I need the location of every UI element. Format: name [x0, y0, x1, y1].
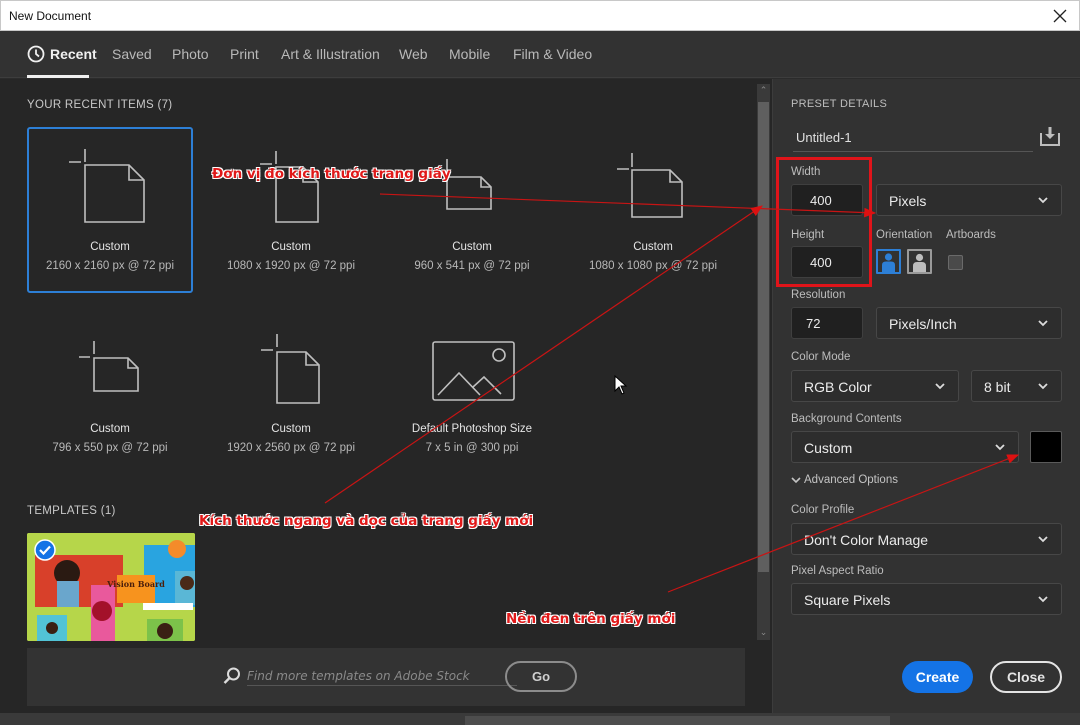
recent-item[interactable]: Custom 796 x 550 px @ 72 ppi	[27, 308, 193, 474]
scroll-thumb[interactable]	[758, 102, 769, 572]
tab-web[interactable]: Web	[399, 46, 428, 62]
template-title-text: Vision Board	[106, 579, 165, 589]
portrait-icon	[882, 253, 895, 272]
preset-details-heading: PRESET DETAILS	[791, 98, 888, 110]
annotation-size: Kích thước ngang và dọc của trang giấy m…	[199, 513, 534, 529]
clock-icon	[27, 45, 45, 63]
chevron-down-icon	[935, 383, 945, 390]
recent-item[interactable]: Custom 1080 x 1080 px @ 72 ppi	[570, 127, 736, 293]
background-scrollbar	[465, 716, 890, 725]
background-window-strip	[0, 713, 1080, 725]
recent-item[interactable]: Custom 960 x 541 px @ 72 ppi	[389, 127, 555, 293]
recent-item[interactable]: Custom 2160 x 2160 px @ 72 ppi	[27, 127, 193, 293]
color-mode-label: Color Mode	[791, 351, 851, 363]
scroll-up-icon[interactable]: ⌃	[757, 84, 770, 98]
stock-search-input[interactable]	[247, 666, 517, 686]
background-contents-label: Background Contents	[791, 413, 902, 425]
recent-item[interactable]: Custom 1080 x 1920 px @ 72 ppi	[208, 127, 374, 293]
annotation-units: Đơn vị đo kích thước trang giấy	[212, 166, 451, 182]
presets-scrollbar[interactable]: ⌃ ⌄	[757, 84, 770, 640]
selected-check-icon	[34, 539, 56, 561]
tab-print[interactable]: Print	[230, 46, 259, 62]
orientation-label: Orientation	[876, 229, 933, 241]
color-profile-label: Color Profile	[791, 504, 855, 516]
background-color-swatch[interactable]	[1030, 431, 1062, 463]
color-mode-dropdown[interactable]: RGB Color	[791, 370, 959, 402]
tab-saved[interactable]: Saved	[112, 46, 152, 62]
recent-item[interactable]: Default Photoshop Size 7 x 5 in @ 300 pp…	[389, 308, 555, 474]
active-tab-indicator	[27, 75, 89, 78]
create-button[interactable]: Create	[902, 661, 973, 693]
resolution-input[interactable]	[791, 307, 863, 339]
tab-art-illustration[interactable]: Art & Illustration	[281, 46, 380, 62]
chevron-down-icon	[1038, 320, 1048, 327]
tab-recent[interactable]: Recent	[50, 46, 97, 62]
title-bar: New Document	[0, 0, 1080, 31]
chevron-down-icon	[1038, 383, 1048, 390]
scroll-down-icon[interactable]: ⌄	[757, 626, 770, 640]
search-icon	[223, 667, 240, 684]
close-x-icon[interactable]	[1049, 5, 1071, 27]
close-button[interactable]: Close	[990, 661, 1062, 693]
recent-item[interactable]: Custom 1920 x 2560 px @ 72 ppi	[208, 308, 374, 474]
units-dropdown[interactable]: Pixels	[876, 184, 1062, 216]
resolution-units-dropdown[interactable]: Pixels/Inch	[876, 307, 1062, 339]
chevron-down-icon	[1038, 596, 1048, 603]
go-button[interactable]: Go	[505, 661, 577, 692]
chevron-down-icon	[791, 477, 801, 484]
portrait-orientation-button[interactable]	[876, 249, 901, 274]
tab-photo[interactable]: Photo	[172, 46, 209, 62]
recent-items-heading: YOUR RECENT ITEMS (7)	[27, 99, 173, 111]
document-name-input[interactable]	[793, 124, 1033, 152]
template-vision-board[interactable]: Vision Board	[27, 533, 195, 641]
bit-depth-dropdown[interactable]: 8 bit	[971, 370, 1062, 402]
tab-mobile[interactable]: Mobile	[449, 46, 490, 62]
pixel-aspect-label: Pixel Aspect Ratio	[791, 565, 884, 577]
resolution-label: Resolution	[791, 289, 846, 301]
color-profile-dropdown[interactable]: Don't Color Manage	[791, 523, 1062, 555]
pixel-aspect-dropdown[interactable]: Square Pixels	[791, 583, 1062, 615]
category-tabs: Recent Saved Photo Print Art & Illustrat…	[0, 31, 1080, 78]
stock-search-bar: Go	[27, 648, 745, 706]
templates-heading: TEMPLATES (1)	[27, 505, 116, 517]
mouse-cursor-icon	[614, 375, 628, 395]
tab-film-video[interactable]: Film & Video	[513, 46, 592, 62]
landscape-icon	[913, 253, 926, 272]
artboards-label: Artboards	[946, 229, 996, 241]
size-highlight-box	[776, 157, 872, 287]
chevron-down-icon	[1038, 536, 1048, 543]
background-contents-dropdown[interactable]: Custom	[791, 431, 1019, 463]
artboards-checkbox[interactable]	[948, 255, 963, 270]
landscape-orientation-button[interactable]	[907, 249, 932, 274]
chevron-down-icon	[995, 444, 1005, 451]
annotation-background: Nền đen trên giấy mới	[506, 611, 676, 627]
window-title: New Document	[9, 9, 92, 23]
advanced-options-toggle[interactable]: Advanced Options	[791, 474, 898, 486]
save-preset-icon[interactable]	[1039, 125, 1061, 147]
chevron-down-icon	[1038, 197, 1048, 204]
